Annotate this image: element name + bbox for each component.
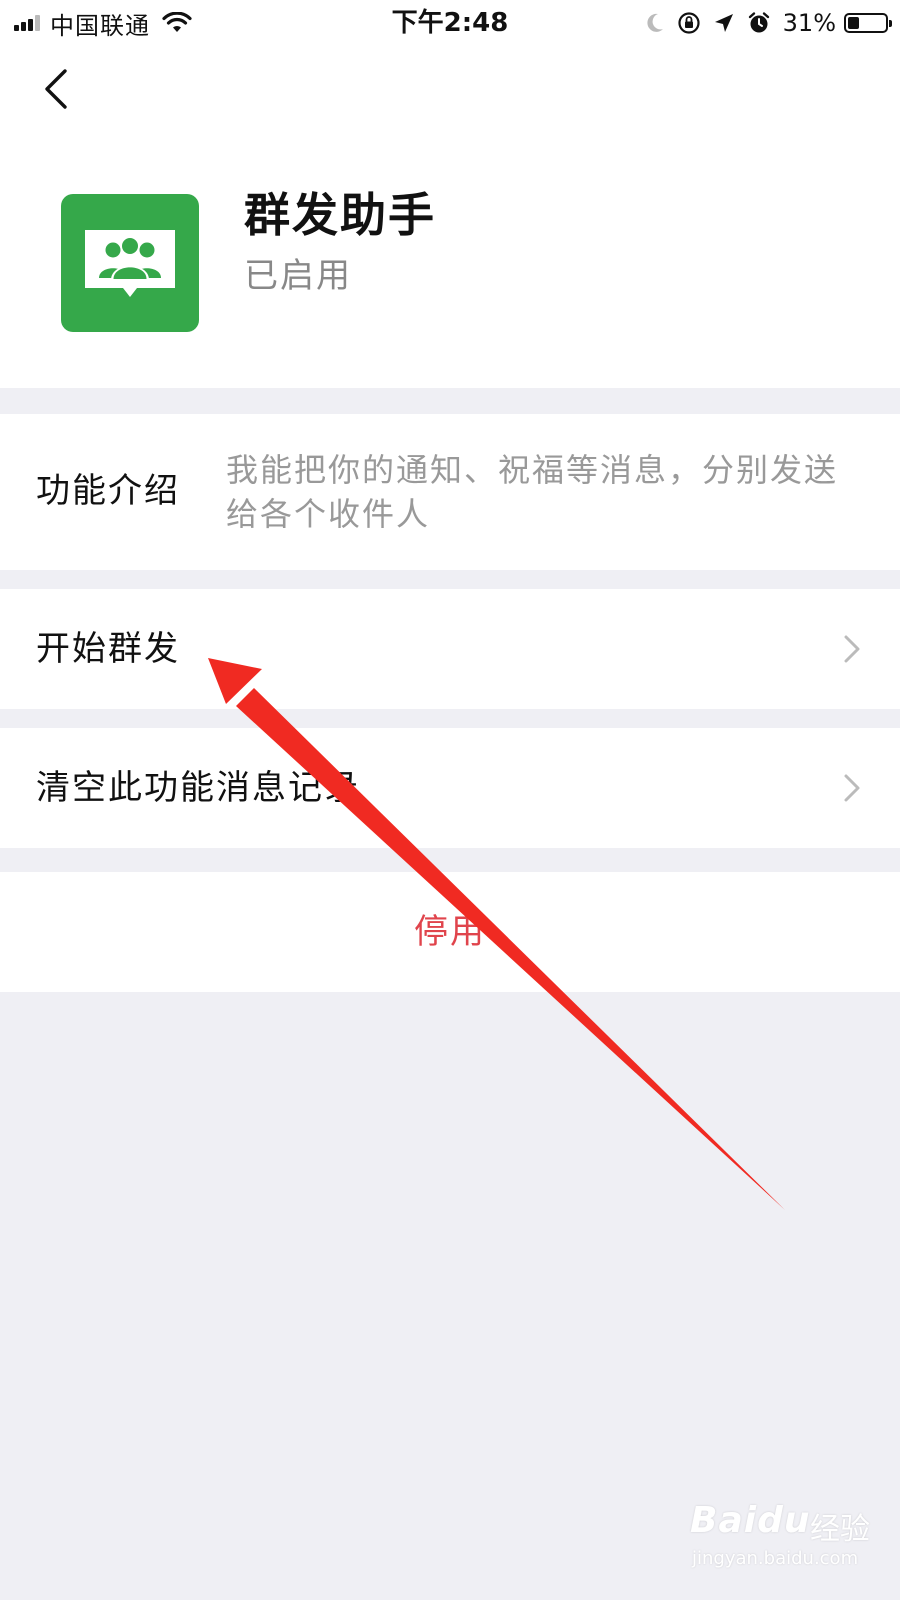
moon-icon [647,13,663,32]
watermark-brand-cn: 经验 [810,1512,870,1547]
disable-label: 停用 [414,912,486,952]
alarm-icon [748,12,769,33]
app-status: 已启用 [244,256,352,296]
feature-intro-row: 功能介绍 我能把你的通知、祝福等消息，分别发送给各个收件人 [0,414,900,570]
clear-history-label: 清空此功能消息记录 [36,768,360,808]
status-right: 31% [645,6,892,40]
watermark-url: jingyan.baidu.com [692,1548,859,1569]
battery-fill [848,17,859,29]
start-broadcast-row[interactable]: 开始群发 [0,589,900,709]
status-bar: 中国联通 下午2:48 31% [0,0,900,44]
chevron-left-icon [45,69,67,109]
location-icon [714,14,733,32]
back-button[interactable] [36,64,76,114]
chevron-right-icon [844,635,860,663]
battery-percent: 31% [782,9,836,37]
battery-nub [889,20,892,27]
start-broadcast-label: 开始群发 [36,629,180,669]
feature-intro-description: 我能把你的通知、祝福等消息，分别发送给各个收件人 [226,451,839,533]
watermark: Baidu 经验 jingyan.baidu.com [690,1500,890,1580]
app-icon [61,194,199,332]
group-chat-icon [85,230,175,297]
feature-intro-label: 功能介绍 [36,471,180,511]
header-section: 群发助手 已启用 [0,44,900,388]
watermark-brand: Baidu [690,1500,811,1541]
battery-icon [844,13,892,33]
disable-button[interactable]: 停用 [0,872,900,992]
clear-history-row[interactable]: 清空此功能消息记录 [0,728,900,848]
orientation-lock-icon [678,12,700,34]
chevron-right-icon [844,774,860,802]
app-title: 群发助手 [244,188,436,242]
